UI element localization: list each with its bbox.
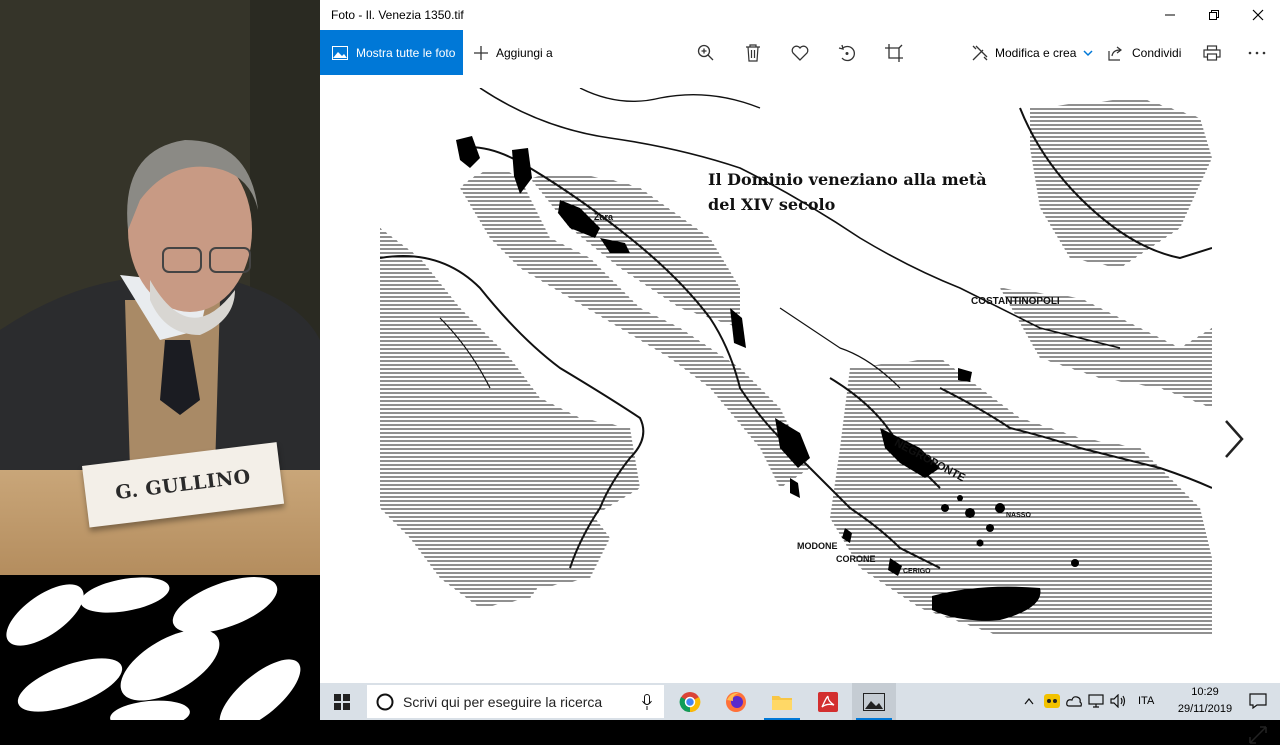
- notifications-icon[interactable]: [1249, 693, 1267, 709]
- label-costantinopoli: COSTANTINOPOLI: [971, 296, 1060, 307]
- volume-icon[interactable]: [1110, 694, 1126, 708]
- photos-icon: [332, 45, 348, 60]
- speaker-video: G. GULLINO: [0, 0, 320, 575]
- rotate-icon: [838, 44, 856, 62]
- language-indicator[interactable]: ITA: [1138, 695, 1154, 707]
- onedrive-icon[interactable]: [1066, 694, 1082, 708]
- more-button[interactable]: [1246, 42, 1268, 64]
- venue-logo: [0, 575, 320, 720]
- print-button[interactable]: [1201, 42, 1223, 64]
- microphone-icon: [642, 693, 652, 710]
- label-cerigo: CERIGO: [903, 568, 931, 575]
- close-icon: [1252, 9, 1264, 21]
- tray-app-icon[interactable]: [1044, 694, 1060, 708]
- maximize-icon: [1209, 10, 1219, 20]
- folder-icon: [772, 695, 792, 710]
- share-label: Condividi: [1132, 45, 1182, 60]
- add-to-label: Aggiungi a: [496, 45, 553, 60]
- delete-icon: [746, 44, 760, 62]
- show-all-photos-button[interactable]: Mostra tutte le foto: [320, 30, 463, 75]
- edit-icon: [972, 45, 988, 60]
- network-icon[interactable]: [1088, 694, 1104, 708]
- window-title: Foto - Il. Venezia 1350.tif: [331, 8, 464, 22]
- map-title-line-1: Il Dominio veneziano alla metà: [708, 170, 987, 189]
- edit-create-label: Modifica e crea: [995, 45, 1077, 60]
- minimize-icon: [1165, 14, 1175, 16]
- favorite-button[interactable]: [789, 42, 811, 64]
- maximize-button[interactable]: [1192, 0, 1236, 30]
- show-all-photos-label: Mostra tutte le foto: [356, 45, 456, 60]
- clock-date: 29/11/2019: [1177, 703, 1233, 715]
- photo-toolbar: Mostra tutte le foto Aggiungi a Modifica…: [320, 30, 1280, 75]
- label-corone: CORONE: [836, 554, 876, 564]
- search-placeholder: Scrivi qui per eseguire la ricerca: [403, 693, 603, 710]
- close-button[interactable]: [1236, 0, 1280, 30]
- map-title: Il Dominio veneziano alla metà del XIV s…: [708, 167, 988, 217]
- zoom-icon: [697, 44, 714, 61]
- logo-shapes: [6, 577, 301, 720]
- acrobat-app[interactable]: [806, 683, 850, 720]
- label-modone: MODONE: [797, 541, 838, 551]
- photos-icon: [863, 692, 885, 711]
- label-zara: Zara: [594, 212, 614, 222]
- crop-icon: [885, 44, 903, 62]
- chrome-app[interactable]: [668, 683, 712, 720]
- photos-app[interactable]: [852, 683, 896, 720]
- plus-icon: [474, 45, 488, 60]
- crop-button[interactable]: [883, 42, 905, 64]
- chevron-up-icon[interactable]: [1024, 697, 1034, 705]
- label-nasso: NASSO: [1006, 512, 1031, 519]
- favorite-icon: [791, 45, 809, 61]
- photos-window: Foto - Il. Venezia 1350.tif Mostra tutte…: [320, 0, 1280, 744]
- delete-button[interactable]: [742, 42, 764, 64]
- file-explorer-app[interactable]: [760, 683, 804, 720]
- clock-time: 10:29: [1191, 686, 1219, 698]
- system-tray: ITA 10:29 29/11/2019: [1020, 683, 1280, 720]
- zoom-button[interactable]: [695, 42, 717, 64]
- add-to-button[interactable]: Aggiungi a: [473, 30, 553, 75]
- clock[interactable]: 10:29 29/11/2019: [1170, 683, 1240, 720]
- start-button[interactable]: [320, 683, 364, 720]
- cortana-icon: [376, 693, 394, 710]
- rotate-button[interactable]: [836, 42, 858, 64]
- taskbar-search[interactable]: Scrivi qui per eseguire la ricerca: [367, 685, 664, 718]
- print-icon: [1203, 45, 1221, 61]
- edit-create-button[interactable]: Modifica e crea: [972, 30, 1093, 75]
- next-image-arrow[interactable]: [1222, 419, 1246, 459]
- taskbar: Scrivi qui per eseguire la ricerca ITA 1…: [320, 683, 1280, 720]
- title-bar: Foto - Il. Venezia 1350.tif: [320, 0, 1280, 30]
- share-icon: [1108, 46, 1122, 61]
- pdf-icon: [818, 691, 838, 712]
- chevron-down-icon: [1083, 49, 1093, 56]
- firefox-app[interactable]: [714, 683, 758, 720]
- share-button[interactable]: Condividi: [1108, 30, 1181, 75]
- minimize-button[interactable]: [1148, 0, 1192, 30]
- windows-icon: [334, 693, 350, 710]
- name-plate-text: G. GULLINO: [114, 465, 252, 505]
- map-title-line-2: del XIV secolo: [708, 195, 836, 214]
- fullscreen-icon[interactable]: [1248, 725, 1268, 745]
- firefox-icon: [726, 691, 746, 712]
- more-icon: [1248, 51, 1266, 55]
- chrome-icon: [679, 691, 701, 712]
- image-viewer[interactable]: Il Dominio veneziano alla metà del XIV s…: [320, 75, 1280, 744]
